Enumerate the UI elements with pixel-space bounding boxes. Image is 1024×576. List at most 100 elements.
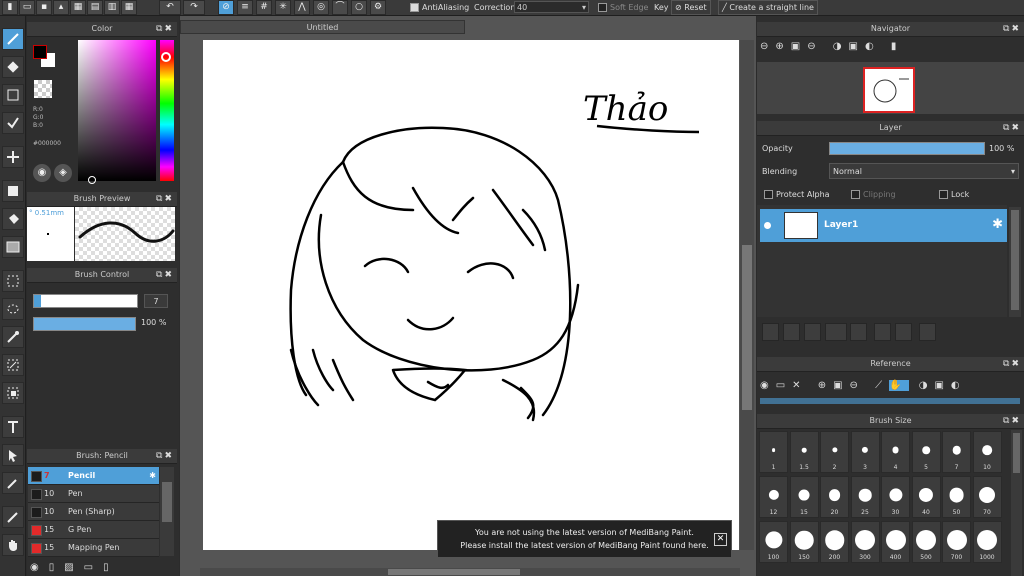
eye-icon[interactable]: [764, 222, 771, 229]
radial-snap-icon[interactable]: ✳: [275, 0, 291, 15]
settings-snap-icon[interactable]: ⚙: [370, 0, 386, 15]
vanishing-snap-icon[interactable]: ⋀: [294, 0, 310, 15]
eyedropper-tool[interactable]: [2, 472, 24, 494]
snap-off-icon[interactable]: ⊘: [218, 0, 234, 15]
canvas-vertical-scrollbar[interactable]: [740, 40, 754, 550]
window-icon[interactable]: ▤: [87, 0, 103, 15]
pen-tool[interactable]: [2, 506, 24, 528]
navigator-thumbnail[interactable]: [863, 67, 915, 113]
lasso-tool[interactable]: [2, 298, 24, 320]
document-tab[interactable]: Untitled: [180, 20, 465, 34]
brush-item-pen-sharp[interactable]: 10 Pen (Sharp): [28, 503, 159, 521]
brush-size-1000[interactable]: 1000: [972, 521, 1002, 563]
brush-size-12[interactable]: 12: [759, 476, 788, 518]
palette-icon[interactable]: ◉: [33, 164, 51, 182]
color-picker-icon[interactable]: ◈: [54, 164, 72, 182]
merge-layer-icon[interactable]: [895, 323, 912, 341]
soft-edge-toggle[interactable]: Soft Edge: [598, 0, 648, 15]
panel-float-close-icon[interactable]: ⧉✖: [1003, 121, 1021, 135]
gear-icon[interactable]: ✱: [149, 467, 156, 484]
concentric-snap-icon[interactable]: ◎: [313, 0, 329, 15]
brush-size-100[interactable]: 100: [759, 521, 788, 563]
bucket-tool[interactable]: [2, 208, 24, 230]
layer-opacity-slider[interactable]: [829, 142, 985, 155]
brush-size-150[interactable]: 150: [789, 521, 819, 563]
brush-size-1-5[interactable]: 1.5: [789, 431, 819, 473]
correction-dropdown[interactable]: 40 ▾: [514, 1, 589, 13]
lock-checkbox[interactable]: [939, 190, 948, 199]
move-tool[interactable]: [2, 146, 24, 168]
scrollbar-thumb[interactable]: [1011, 210, 1019, 310]
select-pen-tool[interactable]: [2, 354, 24, 376]
magic-wand-tool[interactable]: [2, 326, 24, 348]
canvas-horizontal-scrollbar[interactable]: [200, 568, 740, 576]
drawing-canvas[interactable]: Thảo: [203, 40, 739, 550]
operation-tool[interactable]: [2, 444, 24, 466]
brush-size-300[interactable]: 300: [850, 521, 880, 563]
brush-size-scrollbar[interactable]: [1011, 430, 1022, 576]
brush-size-2[interactable]: 2: [820, 431, 849, 473]
blending-dropdown[interactable]: Normal ▾: [829, 163, 1019, 179]
soft-edge-checkbox[interactable]: [598, 3, 607, 12]
brush-size-slider[interactable]: [33, 294, 138, 308]
panel-float-close-icon[interactable]: ⧉✖: [1003, 414, 1021, 428]
brush-tool[interactable]: [2, 28, 24, 50]
protect-alpha-checkbox[interactable]: [764, 190, 773, 199]
brush-size-40[interactable]: 40: [911, 476, 941, 518]
brush-size-30[interactable]: 30: [881, 476, 910, 518]
panel-float-close-icon[interactable]: ⧉✖: [156, 22, 174, 36]
new-8bit-layer-icon[interactable]: [783, 323, 800, 341]
brush-opacity-slider[interactable]: [33, 317, 136, 331]
protect-alpha-toggle[interactable]: Protect Alpha: [764, 190, 830, 199]
panel-float-close-icon[interactable]: ⧉✖: [156, 192, 174, 206]
duplicate-layer-icon[interactable]: [874, 323, 891, 341]
brush-size-700[interactable]: 700: [942, 521, 971, 563]
clipping-toggle[interactable]: Clipping: [851, 190, 896, 199]
scrollbar-thumb[interactable]: [162, 482, 172, 522]
brush-item-mapping-pen[interactable]: 15 Mapping Pen: [28, 539, 159, 557]
transparent-swatch[interactable]: [34, 80, 52, 98]
shape-tool[interactable]: [2, 84, 24, 106]
circle-snap-icon[interactable]: ○: [351, 0, 367, 15]
add-layer-menu-icon[interactable]: [825, 323, 847, 341]
scrollbar-thumb[interactable]: [1013, 433, 1020, 473]
hue-slider-handle[interactable]: [161, 52, 171, 62]
gear-icon[interactable]: ✱: [992, 217, 1003, 232]
fill-rect-tool[interactable]: [2, 180, 24, 202]
hand-tool[interactable]: [2, 534, 24, 556]
brush-size-4[interactable]: 4: [881, 431, 910, 473]
brush-size-200[interactable]: 200: [820, 521, 849, 563]
brush-size-5[interactable]: 5: [911, 431, 941, 473]
text-tool[interactable]: [2, 416, 24, 438]
dot-tool[interactable]: [2, 112, 24, 134]
layer-list-scrollbar[interactable]: [1009, 207, 1021, 317]
layout-icon[interactable]: ▥: [104, 0, 120, 15]
color-picker-cursor[interactable]: [88, 176, 96, 184]
comment-icon[interactable]: ▪: [36, 0, 52, 15]
update-notice[interactable]: You are not using the latest version of …: [437, 520, 732, 558]
brush-list-actions[interactable]: ◉▯▨▭▯: [30, 562, 170, 576]
trash-icon[interactable]: [919, 323, 936, 341]
parallel-snap-icon[interactable]: ≡: [237, 0, 253, 15]
straight-line-button[interactable]: ╱ Create a straight line: [718, 0, 818, 15]
brush-size-15[interactable]: 15: [789, 476, 819, 518]
brush-item-pencil[interactable]: 7 Pencil ✱: [28, 467, 159, 485]
select-eraser-tool[interactable]: [2, 382, 24, 404]
new-file-icon[interactable]: ▮: [2, 0, 18, 15]
antialiasing-toggle[interactable]: AntiAliasing: [410, 0, 469, 15]
foreground-color-swatch[interactable]: [33, 45, 47, 59]
redo-icon[interactable]: ↷: [183, 0, 205, 15]
brush-size-value[interactable]: 7: [144, 294, 168, 308]
brush-item-g-pen[interactable]: 15 G Pen: [28, 521, 159, 539]
undo-icon[interactable]: ↶: [159, 0, 181, 15]
panel-float-close-icon[interactable]: ⧉✖: [156, 449, 174, 463]
select-tool[interactable]: [2, 270, 24, 292]
reference-toolbar[interactable]: ◉▭✕ ⊕▣⊖ ⟋✋ ◑▣◐: [760, 376, 1010, 396]
navigator-toolbar[interactable]: ⊖⊕▣⊖ ◑▣◐ ▮: [760, 41, 940, 59]
layer-row-layer1[interactable]: Layer1 ✱: [760, 209, 1007, 242]
brush-size-3[interactable]: 3: [850, 431, 880, 473]
folder-icon[interactable]: [850, 323, 867, 341]
new-layer-icon[interactable]: [762, 323, 779, 341]
scrollbar-thumb[interactable]: [388, 569, 520, 575]
scrollbar-thumb[interactable]: [742, 245, 752, 410]
